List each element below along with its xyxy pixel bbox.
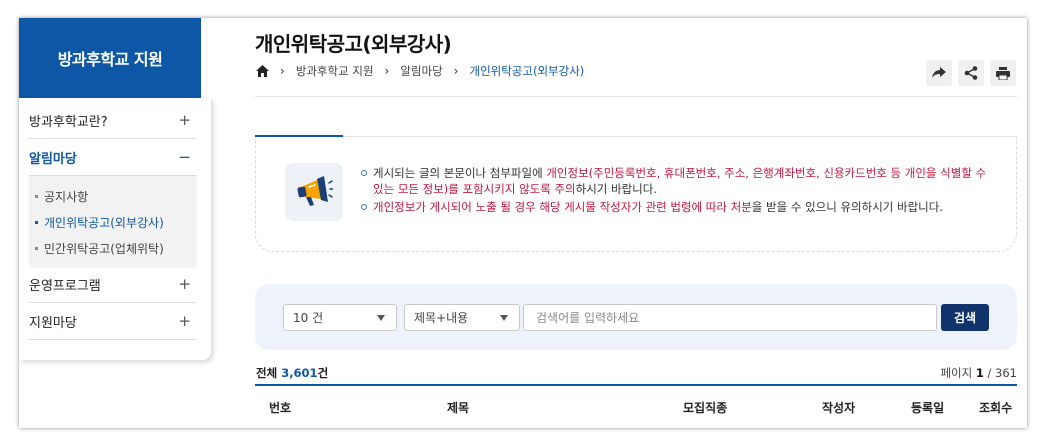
sidebar-item-support[interactable]: 지원마당 + [29,303,197,340]
page-title: 개인위탁공고(외부강사) [255,32,452,56]
expand-icon: + [178,111,191,129]
breadcrumb: › 방과후학교 지원 › 알림마당 › 개인위탁공고(외부강사) [256,63,584,79]
sidebar-item-label: 알림마당 [29,151,77,167]
subitem-individual-consignment[interactable]: 개인위탁공고(외부강사) [35,214,164,231]
sidebar-submenu: 공지사항 개인위탁공고(외부강사) 민간위탁공고(업체위탁) [29,176,197,268]
sidebar-header: 방과후학교 지원 [19,18,201,98]
chevron-right-icon: › [384,64,390,78]
breadcrumb-current: 개인위탁공고(외부강사) [469,64,585,78]
sidebar-item-label: 운영프로그램 [29,278,101,294]
subitem-label: 민간위탁공고(업체위탁) [44,242,164,256]
search-input[interactable] [523,304,937,331]
expand-icon: + [178,312,191,330]
share-arrow-button[interactable] [926,60,952,86]
active-tab-indicator [255,135,343,137]
column-header-date: 등록일 [911,401,945,415]
column-header-job-type: 모집직종 [683,401,728,415]
header-divider [255,96,1017,97]
notice-item: 게시되는 글의 본문이나 첨부파일에 개인정보(주민등록번호, 휴대폰번호, 주… [359,165,999,197]
page-indicator: 페이지 1 / 361 [940,366,1017,380]
megaphone-icon [285,163,343,221]
breadcrumb-item[interactable]: 방과후학교 지원 [296,63,374,79]
dropdown-arrow-icon [377,315,385,321]
column-header-title: 제목 [447,401,470,415]
search-field-select[interactable]: 제목+내용 [404,304,520,331]
subitem-label: 공지사항 [44,190,89,204]
chevron-right-icon: › [280,64,285,78]
column-header-author: 작성자 [822,401,856,415]
bullet-icon [35,221,38,224]
notice-item: 개인정보가 게시되어 노출 될 경우 해당 게시물 작성자가 관련 법령에 따라… [359,199,999,215]
sidebar-item-label: 방과후학교란? [29,114,108,130]
tab-divider [343,136,1017,137]
print-icon [996,66,1010,80]
sidebar-item-notice-board[interactable]: 알림마당 − [29,139,197,176]
share-arrow-icon [932,67,946,78]
subitem-label: 개인위탁공고(외부강사) [44,216,164,230]
page-frame: 방과후학교 지원 방과후학교란? + 알림마당 − 공지사항 개인위탁공고(외부… [19,18,1027,428]
chevron-right-icon: › [453,64,459,78]
total-count: 전체 3,601건 [256,366,329,380]
expand-icon: + [178,275,191,293]
table-header: 번호 제목 모집직종 작성자 등록일 조회수 [255,384,1017,424]
collapse-icon: − [178,148,191,166]
subitem-private-consignment[interactable]: 민간위탁공고(업체위탁) [35,240,164,257]
sidebar-item-programs[interactable]: 운영프로그램 + [29,266,197,303]
sidebar-item-label: 지원마당 [29,315,77,331]
bullet-icon [35,247,38,250]
search-panel: 10 건 제목+내용 검색 [255,284,1017,350]
bullet-icon [35,195,38,198]
subitem-announcements[interactable]: 공지사항 [35,188,88,205]
breadcrumb-item[interactable]: 알림마당 [400,63,442,79]
share-icon [964,66,978,80]
privacy-notice: 게시되는 글의 본문이나 첨부파일에 개인정보(주민등록번호, 휴대폰번호, 주… [255,138,1017,252]
column-header-views: 조회수 [979,401,1013,415]
notice-list: 게시되는 글의 본문이나 첨부파일에 개인정보(주민등록번호, 휴대폰번호, 주… [359,165,999,215]
share-button[interactable] [958,60,984,86]
print-button[interactable] [990,60,1016,86]
home-icon[interactable] [256,65,269,77]
page-size-select[interactable]: 10 건 [283,304,397,331]
sidebar-item-about[interactable]: 방과후학교란? + [29,102,197,139]
column-header-number: 번호 [269,401,292,415]
sidebar-menu: 방과후학교란? + 알림마당 − 공지사항 개인위탁공고(외부강사) 민간위탁공… [19,98,211,360]
dropdown-arrow-icon [500,315,508,321]
search-button[interactable]: 검색 [941,304,989,331]
